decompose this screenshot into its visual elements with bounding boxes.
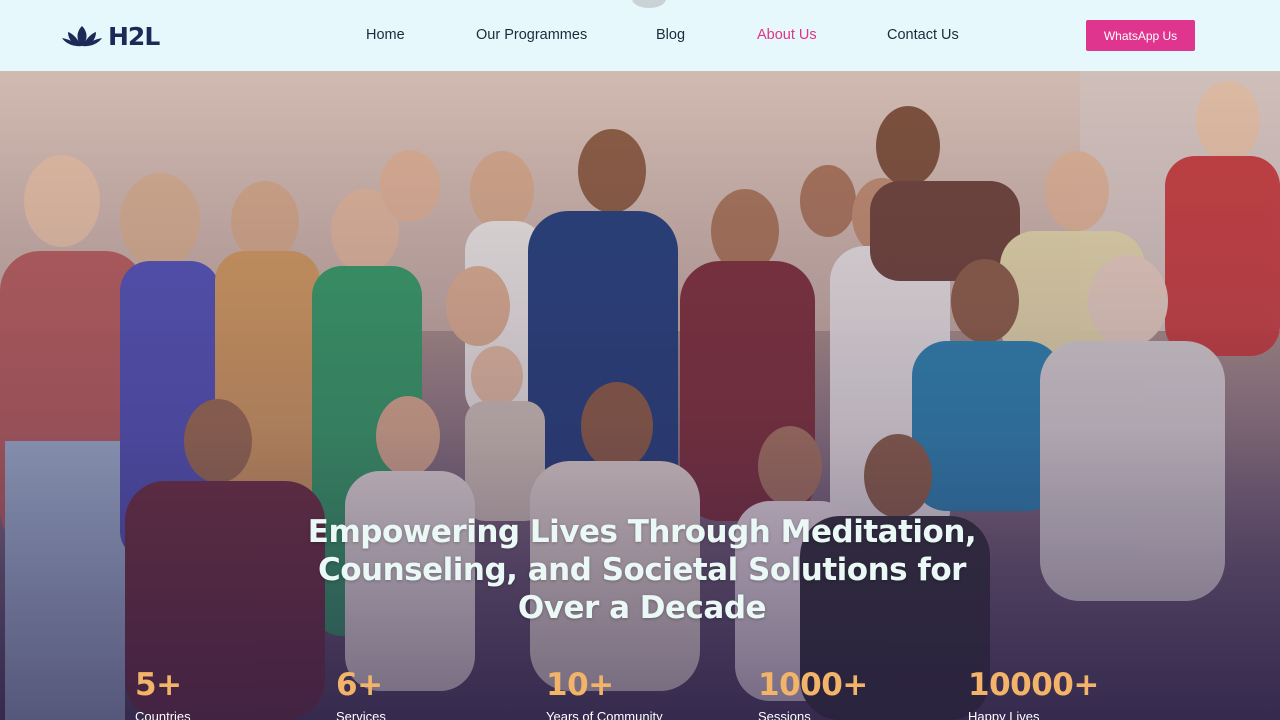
nav-contact-us[interactable]: Contact Us <box>887 27 959 43</box>
stat-label: Happy Lives <box>968 709 1040 720</box>
whatsapp-button[interactable]: WhatsApp Us <box>1086 20 1195 51</box>
stat-label: Services <box>336 709 386 720</box>
stat-item: 10+ Years of Community <box>546 667 663 720</box>
nav-home[interactable]: Home <box>366 27 405 43</box>
stat-value: 6+ <box>336 667 383 703</box>
stat-label: Countries <box>135 709 191 720</box>
stat-value: 10000+ <box>968 667 1099 703</box>
stat-item: 6+ Services <box>336 667 386 720</box>
hero-section: Empowering Lives Through Meditation, Cou… <box>0 71 1280 720</box>
stat-label: Years of Community <box>546 709 663 720</box>
stat-item: 5+ Countries <box>135 667 191 720</box>
hero-title: Empowering Lives Through Meditation, Cou… <box>307 514 977 626</box>
stat-value: 10+ <box>546 667 614 703</box>
site-header: H2L Home Our Programmes Blog About Us Co… <box>0 0 1280 71</box>
stat-label: Sessions <box>758 709 811 720</box>
stat-item: 10000+ Happy Lives <box>968 667 1099 720</box>
nav-our-programmes[interactable]: Our Programmes <box>476 27 587 43</box>
nav-about-us[interactable]: About Us <box>757 27 817 43</box>
stats-row: 5+ Countries 6+ Services 10+ Years of Co… <box>0 667 1280 720</box>
stat-value: 5+ <box>135 667 182 703</box>
stat-value: 1000+ <box>758 667 868 703</box>
stat-item: 1000+ Sessions <box>758 667 868 720</box>
nav-blog[interactable]: Blog <box>656 27 685 43</box>
